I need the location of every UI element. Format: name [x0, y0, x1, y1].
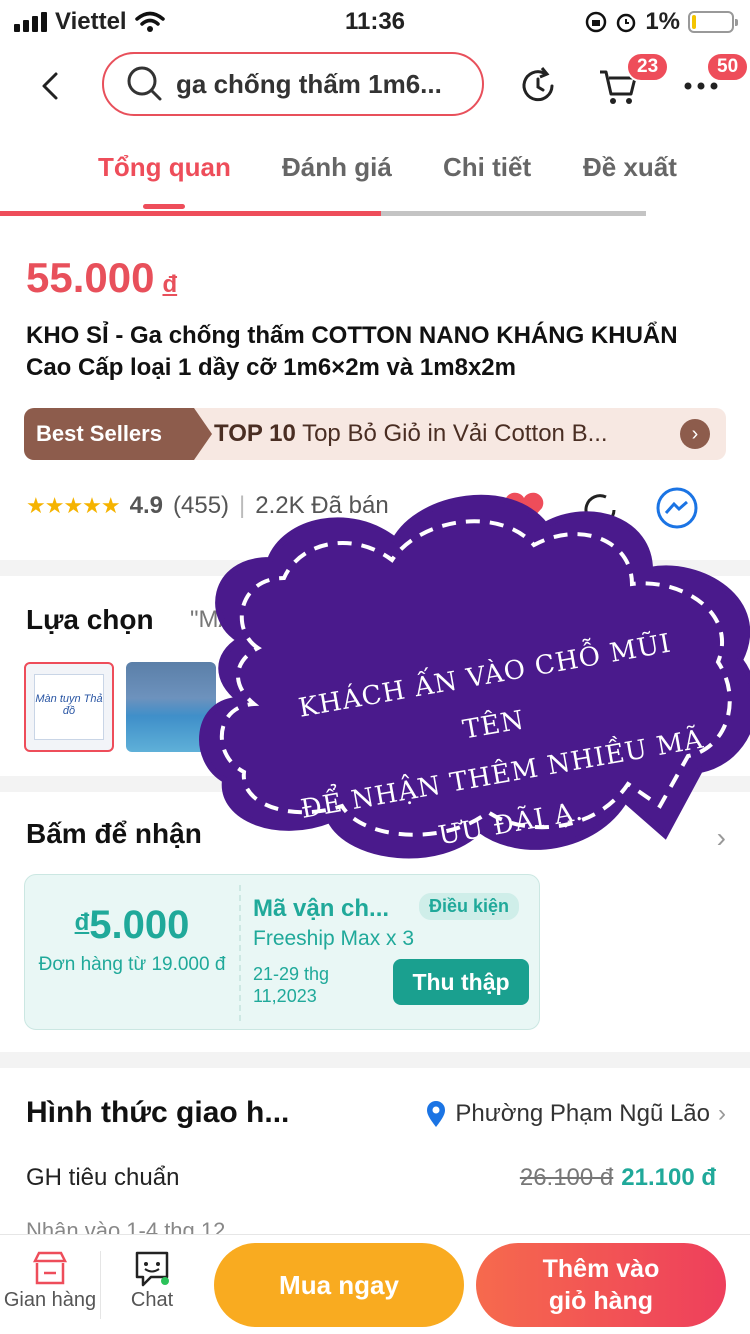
top-header: ga chống thấm 1m6... 23 50: [0, 50, 750, 122]
back-icon[interactable]: [30, 66, 70, 106]
option-thumb-label: Màn tuyn Thả đồ: [34, 674, 104, 740]
chat-button[interactable]: Chat: [102, 1249, 202, 1312]
tab-indicator: [143, 204, 185, 209]
star-rating-icon: ★★★★★: [26, 493, 121, 518]
voucher-condition: Đơn hàng từ 19.000 đ: [38, 954, 226, 975]
scroll-progress: [0, 211, 646, 216]
status-right: 1%: [585, 8, 738, 36]
voucher-conditions-pill[interactable]: Điều kiện: [419, 893, 520, 920]
price-value: 55.000: [26, 254, 155, 301]
search-input[interactable]: ga chống thấm 1m6...: [102, 52, 484, 116]
scroll-progress-fill: [0, 211, 382, 216]
best-seller-tag: Best Sellers: [24, 408, 212, 460]
chevron-right-icon: ›: [680, 419, 710, 449]
voucher-card: đ5.000 Đơn hàng từ 19.000 đ Mã vận ch...…: [24, 874, 540, 1030]
share-icon[interactable]: [580, 490, 620, 530]
add-to-cart-line: giỏ hàng: [548, 1287, 654, 1315]
promo-overlay-text: KHÁCH ẤN VÀO CHỖ MŨI TÊN ĐỂ NHẬN THÊM NH…: [264, 613, 732, 886]
divider: [100, 1251, 101, 1319]
rating-row[interactable]: ★★★★★ 4.9 (455) | 2.2K Đã bán: [26, 492, 389, 520]
refresh-icon[interactable]: [516, 64, 560, 108]
search-icon: [127, 66, 162, 101]
voucher-amount-value: 5.000: [89, 903, 190, 947]
location-pin-icon: [427, 1101, 446, 1127]
cart-badge: 23: [626, 52, 670, 82]
add-to-cart-button[interactable]: Thêm vào giỏ hàng: [476, 1243, 726, 1327]
rating-count: (455): [173, 492, 230, 519]
heart-icon[interactable]: [502, 490, 546, 530]
tab-suggest[interactable]: Đề xuất: [583, 152, 677, 183]
location-text: Phường Phạm Ngũ Lão: [455, 1100, 710, 1127]
voucher-value: đ5.000 Đơn hàng từ 19.000 đ: [25, 875, 239, 1031]
chevron-right-icon: ›: [718, 1100, 726, 1127]
status-bar: Viettel 11:36 1%: [0, 0, 750, 42]
shop-label: Gian hàng: [3, 1289, 97, 1311]
tab-details[interactable]: Chi tiết: [443, 152, 531, 183]
tab-bar: Tổng quan Đánh giá Chi tiết Đề xuất: [0, 140, 750, 216]
tab-reviews[interactable]: Đánh giá: [282, 152, 392, 183]
best-seller-banner[interactable]: Best Sellers TOP 10 Top Bỏ Giỏ in Vải Co…: [24, 408, 726, 460]
option-thumb[interactable]: Màn tuyn Thả đồ: [24, 662, 114, 752]
buy-now-button[interactable]: Mua ngay: [214, 1243, 464, 1327]
voucher-subtitle: Freeship Max x 3: [253, 927, 415, 950]
voucher-currency: đ: [74, 909, 90, 936]
old-fee: 26.100 đ: [519, 1164, 614, 1191]
shop-icon: [32, 1251, 68, 1285]
chevron-right-icon[interactable]: ›: [717, 822, 726, 854]
product-price: 55.000 đ: [26, 254, 177, 302]
add-to-cart-line: Thêm vào: [542, 1255, 660, 1283]
chat-icon: [135, 1251, 169, 1287]
sold-count: 2.2K Đã bán: [255, 492, 389, 519]
options-title: Lựa chọn: [26, 604, 154, 635]
tab-overview[interactable]: Tổng quan: [98, 152, 231, 183]
product-title: KHO SỈ - Ga chống thấm COTTON NANO KHÁNG…: [26, 322, 678, 381]
best-seller-label: Top Bỏ Giỏ in Vải Cotton B...: [302, 420, 608, 447]
shipping-location[interactable]: Phường Phạm Ngũ Lão ›: [425, 1100, 726, 1128]
voucher-amount: đ5.000: [25, 903, 239, 948]
alarm-icon: [617, 13, 636, 33]
shipping-fee: 26.100 đ 21.100 đ: [520, 1164, 716, 1192]
more-badge: 50: [706, 52, 750, 82]
voucher-date-line: 21-29 thg: [253, 964, 330, 984]
rating-value: 4.9: [129, 492, 163, 519]
price-currency: đ: [162, 271, 178, 298]
voucher-date: 21-29 thg 11,2023: [253, 963, 329, 1007]
voucher-divider: [239, 885, 241, 1021]
search-text: ga chống thấm 1m6...: [176, 68, 442, 99]
shop-button[interactable]: Gian hàng: [0, 1249, 100, 1312]
messenger-icon[interactable]: [654, 486, 700, 532]
voucher-section-title: Bấm để nhận: [26, 818, 202, 849]
bottom-action-bar: Gian hàng Chat Mua ngay Thêm vào giỏ hàng: [0, 1234, 750, 1334]
voucher-date-line: 11,2023: [253, 986, 317, 1006]
battery-percent: 1%: [645, 8, 680, 35]
section-gap: [0, 560, 750, 576]
options-value: "MÀN T: [190, 606, 273, 633]
shipping-title: Hình thức giao h...: [26, 1096, 290, 1129]
rotation-lock-icon: [586, 11, 607, 33]
divider: |: [239, 492, 246, 519]
best-seller-text: TOP 10 Top Bỏ Giỏ in Vải Cotton B...: [214, 420, 674, 448]
new-fee: 21.100 đ: [621, 1164, 716, 1191]
option-thumb[interactable]: [126, 662, 216, 752]
chat-label: Chat: [130, 1289, 174, 1311]
battery-icon: [688, 11, 738, 33]
section-gap: [0, 1052, 750, 1068]
voucher-name: Mã vận ch...: [253, 895, 390, 922]
collect-voucher-button[interactable]: Thu thập: [393, 959, 529, 1005]
shipping-method: GH tiêu chuẩn: [26, 1164, 180, 1191]
best-seller-rank: TOP 10: [214, 420, 296, 447]
